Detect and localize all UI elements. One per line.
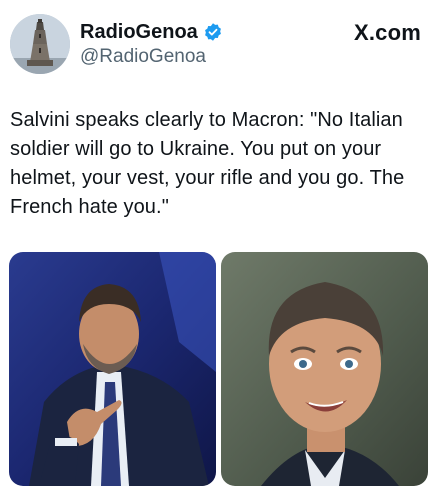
author-handle[interactable]: @RadioGenoa: [80, 45, 223, 69]
tweet-media: [9, 252, 428, 486]
display-name-row: RadioGenoa: [80, 20, 223, 44]
verified-badge-icon: [203, 22, 223, 42]
tweet-text: Salvini speaks clearly to Macron: "No It…: [10, 109, 405, 218]
source-label: X.com: [353, 20, 421, 45]
lantern-tower-icon: [10, 14, 70, 74]
tweet-header: RadioGenoa @RadioGenoa X.com: [0, 0, 437, 86]
display-name[interactable]: RadioGenoa: [80, 20, 198, 44]
man-in-suit-pointing-photo[interactable]: [9, 252, 216, 486]
man-grimacing-photo[interactable]: [221, 252, 428, 486]
author-names: RadioGenoa @RadioGenoa: [80, 20, 223, 69]
avatar[interactable]: [10, 14, 70, 74]
